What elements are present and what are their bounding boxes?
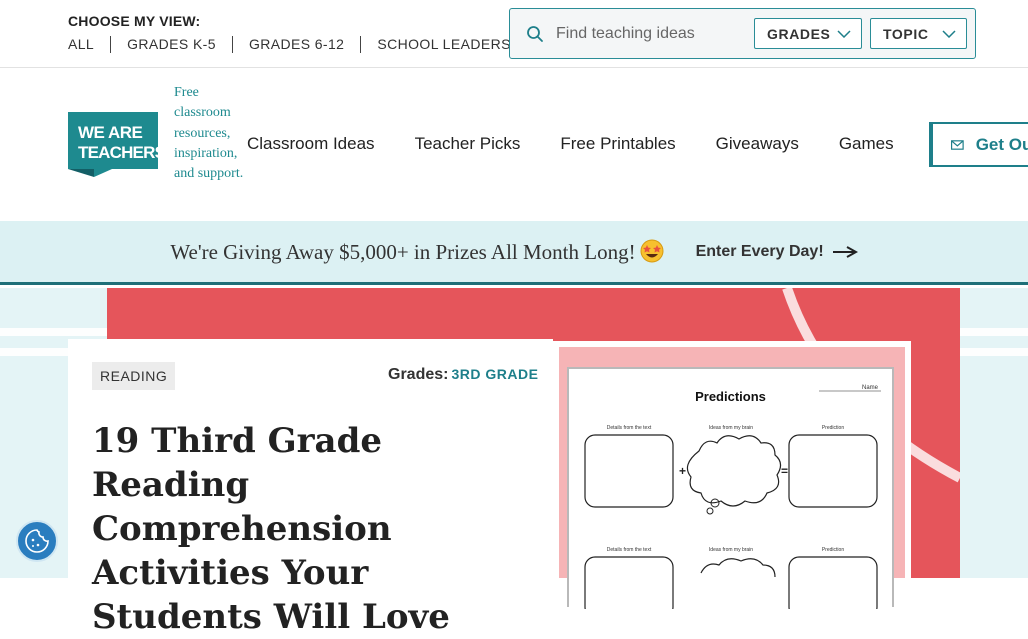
view-link-grades-6-12[interactable]: GRADES 6-12 (231, 36, 360, 53)
star-struck-emoji-icon (640, 239, 664, 262)
article-title: 19 Third Grade Reading Comprehension Act… (92, 421, 450, 637)
view-link-grades-k5[interactable]: GRADES K-5 (110, 36, 232, 53)
grades-label: Grades: (388, 366, 449, 383)
site-tagline: Free classroom resources, inspiration, a… (174, 85, 244, 182)
view-link-all[interactable]: ALL (68, 36, 110, 53)
grades-value-link[interactable]: 3RD GRADE (451, 366, 538, 382)
newsletter-button[interactable]: Get Our (929, 122, 1028, 167)
svg-text:=: = (781, 464, 788, 478)
worksheet-column-label: Details from the text (606, 425, 652, 431)
topic-dropdown[interactable]: TOPIC (870, 18, 967, 49)
nav-teacher-picks[interactable]: Teacher Picks (415, 134, 521, 154)
worksheet-preview: + = Predictions Name Details from the te… (567, 367, 894, 609)
mail-icon (951, 139, 964, 150)
worksheet-name-label: Name (861, 385, 878, 391)
svg-text:WE ARE: WE ARE (78, 123, 143, 142)
chevron-down-icon (942, 29, 956, 38)
worksheet-column-label: Ideas from my brain (708, 425, 754, 431)
main-nav: Classroom Ideas Teacher Picks Free Print… (247, 134, 934, 154)
cookie-icon (25, 529, 49, 553)
enter-every-day-link[interactable]: Enter Every Day! (696, 243, 858, 261)
svg-text:+: + (679, 464, 686, 478)
worksheet-column-label: Details from the text (606, 547, 652, 553)
view-link-school-leaders[interactable]: SCHOOL LEADERS (360, 36, 526, 53)
cookie-settings-button[interactable] (16, 520, 58, 562)
topic-dropdown-label: TOPIC (883, 25, 929, 42)
enter-every-day-label: Enter Every Day! (695, 242, 824, 260)
search-bar: GRADES TOPIC (509, 8, 976, 59)
category-tag[interactable]: READING (92, 362, 176, 390)
worksheet-column-label: Prediction (821, 547, 845, 553)
nav-classroom-ideas[interactable]: Classroom Ideas (247, 134, 375, 154)
nav-free-printables[interactable]: Free Printables (560, 134, 675, 154)
article-card: READING Grades: 3RD GRADE 19 Third Grade… (68, 339, 553, 637)
utility-bar: CHOOSE MY VIEW: ALL GRADES K-5 GRADES 6-… (0, 0, 1028, 68)
nav-giveaways[interactable]: Giveaways (716, 134, 799, 154)
choose-view-label: CHOOSE MY VIEW: (68, 13, 201, 29)
site-header: WE ARE TEACHERS Free classroom resources… (0, 68, 1028, 221)
weareteachers-logo[interactable]: WE ARE TEACHERS (68, 112, 158, 177)
promo-text: We're Giving Away $5,000+ in Prizes All … (170, 239, 664, 265)
grades-dropdown[interactable]: GRADES (754, 18, 862, 49)
nav-games[interactable]: Games (839, 134, 894, 154)
arrow-right-icon (832, 245, 858, 258)
search-input[interactable] (556, 22, 752, 46)
hero-image: + = Predictions Name Details from the te… (553, 341, 911, 609)
newsletter-button-label: Get Our (975, 134, 1028, 154)
grades-info: Grades: 3RD GRADE (388, 366, 538, 384)
grades-dropdown-label: GRADES (767, 25, 831, 42)
worksheet-title: Predictions (695, 389, 766, 404)
promo-banner[interactable]: We're Giving Away $5,000+ in Prizes All … (0, 221, 1028, 285)
view-links: ALL GRADES K-5 GRADES 6-12 SCHOOL LEADER… (68, 36, 527, 53)
search-icon[interactable] (526, 25, 544, 43)
worksheet-column-label: Prediction (821, 425, 845, 431)
promo-message: We're Giving Away $5,000+ in Prizes All … (170, 239, 636, 264)
svg-text:TEACHERS: TEACHERS (78, 143, 158, 162)
worksheet-diagram: + = (584, 390, 881, 609)
chevron-down-icon (837, 29, 851, 38)
worksheet-column-label: Ideas from my brain (708, 547, 754, 553)
